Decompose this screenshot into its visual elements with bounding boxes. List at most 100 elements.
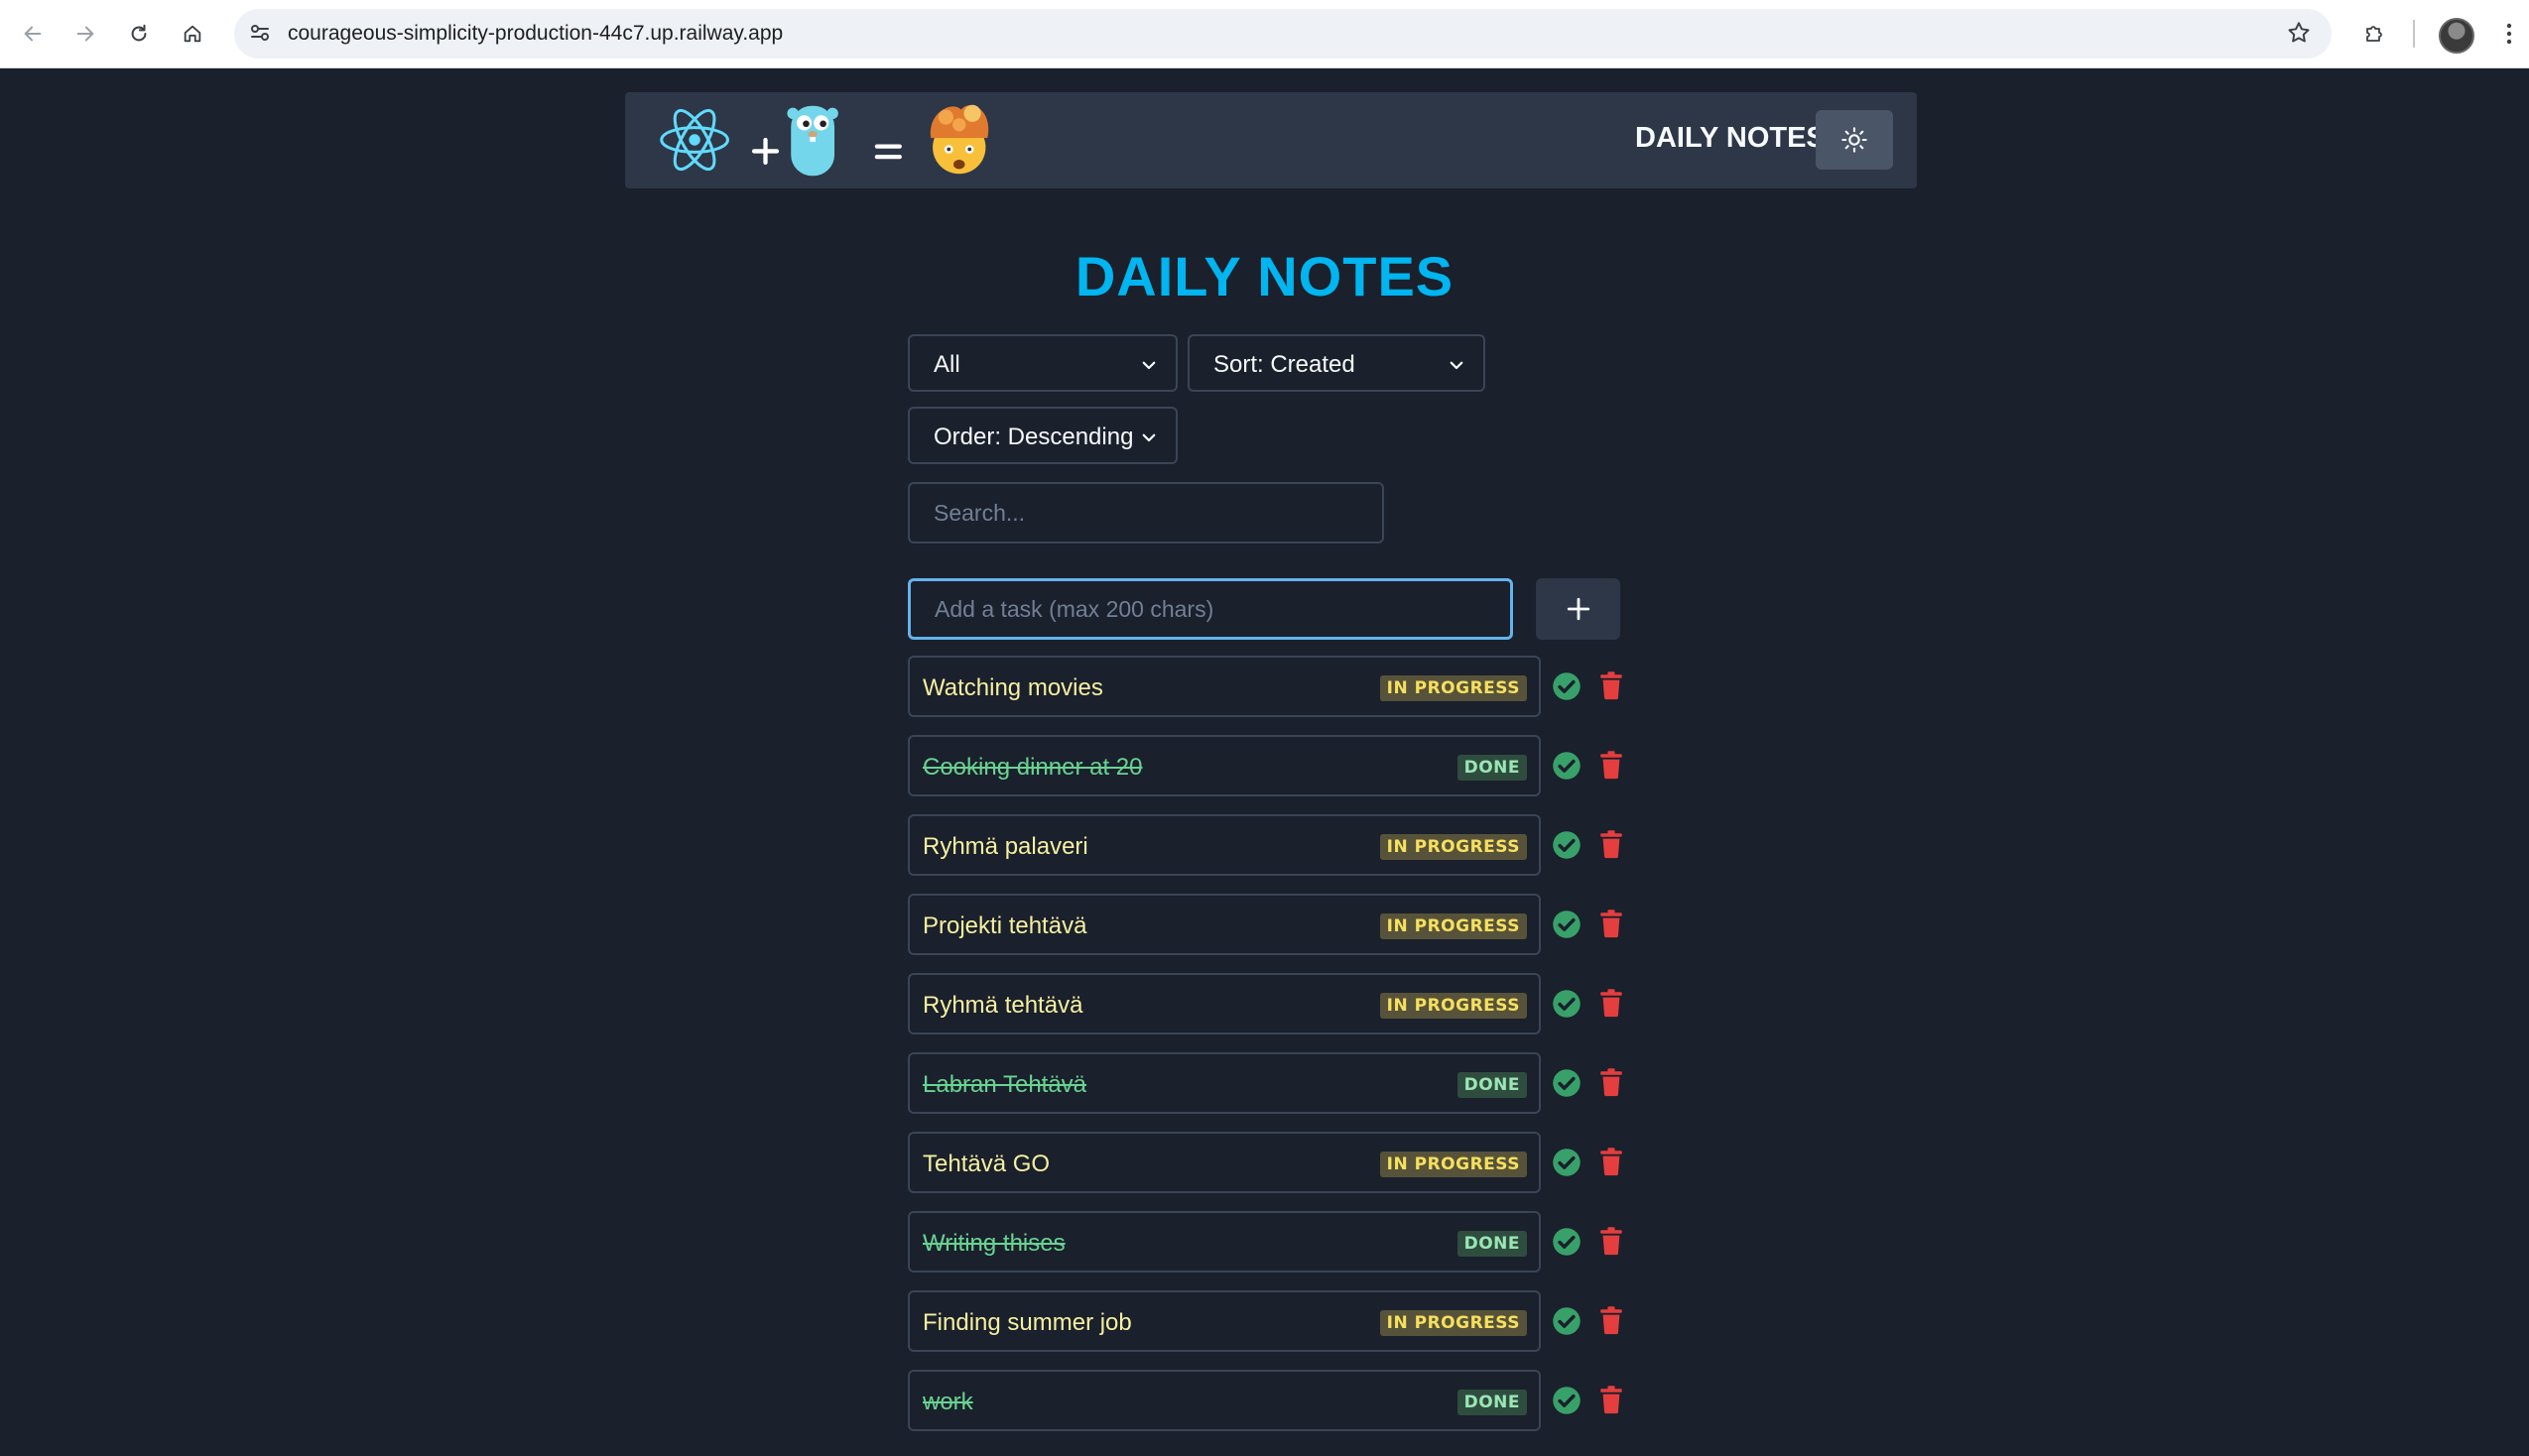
complete-check-icon[interactable]: [1552, 989, 1581, 1019]
task-card[interactable]: Tehtävä GO IN PROGRESS: [908, 1132, 1541, 1193]
chevron-down-icon: [1450, 361, 1463, 370]
complete-check-icon[interactable]: [1552, 1148, 1581, 1177]
task-text[interactable]: Tehtävä GO: [923, 1151, 1050, 1178]
site-settings-icon[interactable]: [248, 21, 272, 45]
delete-trash-icon[interactable]: [1599, 1305, 1623, 1335]
task-row: Projekti tehtävä IN PROGRESS: [908, 894, 1622, 955]
task-row: Ryhmä tehtävä IN PROGRESS: [908, 973, 1622, 1034]
task-text[interactable]: Ryhmä palaveri: [923, 833, 1088, 861]
task-status-badge: IN PROGRESS: [1379, 1152, 1527, 1177]
delete-trash-icon[interactable]: [1599, 829, 1623, 859]
delete-trash-icon[interactable]: [1599, 750, 1623, 780]
task-text[interactable]: Watching movies: [923, 674, 1103, 702]
reload-button[interactable]: [119, 14, 159, 54]
complete-check-icon[interactable]: [1552, 671, 1581, 701]
toolbar-divider: [2413, 20, 2415, 48]
task-card[interactable]: work DONE: [908, 1370, 1541, 1431]
task-row: Labran Tehtävä DONE: [908, 1052, 1622, 1114]
sort-select-value: Sort: Created: [1213, 351, 1355, 378]
task-status-badge: IN PROGRESS: [1379, 834, 1527, 860]
complete-check-icon[interactable]: [1552, 1306, 1581, 1336]
bookmark-star-icon[interactable]: [2286, 20, 2312, 46]
plus-icon: [1567, 597, 1589, 621]
task-status-badge: IN PROGRESS: [1379, 675, 1527, 701]
exploding-head-emoji-icon: [930, 104, 989, 175]
task-row: Cooking dinner at 20 DONE: [908, 735, 1622, 796]
task-status-badge: DONE: [1456, 755, 1527, 781]
task-card[interactable]: Ryhmä tehtävä IN PROGRESS: [908, 973, 1541, 1034]
task-card[interactable]: Finding summer job IN PROGRESS: [908, 1290, 1541, 1352]
delete-trash-icon[interactable]: [1599, 988, 1623, 1018]
profile-avatar[interactable]: [2439, 18, 2474, 54]
task-text[interactable]: Finding summer job: [923, 1309, 1132, 1337]
filter-select[interactable]: All: [908, 334, 1178, 392]
extensions-button[interactable]: [2354, 14, 2394, 54]
chevron-down-icon: [1142, 433, 1156, 442]
complete-check-icon[interactable]: [1552, 1227, 1581, 1257]
task-text[interactable]: Writing thises: [923, 1230, 1066, 1258]
task-status-badge: DONE: [1456, 1231, 1527, 1257]
order-select[interactable]: Order: Descending: [908, 407, 1178, 464]
back-button[interactable]: [13, 14, 53, 54]
delete-trash-icon[interactable]: [1599, 670, 1623, 700]
task-card[interactable]: Projekti tehtävä IN PROGRESS: [908, 894, 1541, 955]
task-status-badge: IN PROGRESS: [1379, 1310, 1527, 1336]
complete-check-icon[interactable]: [1552, 751, 1581, 781]
search-input[interactable]: [908, 482, 1384, 544]
task-row: Writing thises DONE: [908, 1211, 1622, 1273]
address-bar[interactable]: courageous-simplicity-production-44c7.up…: [234, 9, 2332, 59]
task-text[interactable]: Projekti tehtävä: [923, 912, 1086, 940]
task-card[interactable]: Ryhmä palaveri IN PROGRESS: [908, 814, 1541, 876]
gopher-logo-icon: [787, 105, 838, 177]
task-text[interactable]: work: [923, 1389, 973, 1416]
task-row: Ryhmä palaveri IN PROGRESS: [908, 814, 1622, 876]
delete-trash-icon[interactable]: [1599, 1067, 1623, 1097]
header-title: DAILY NOTES: [1635, 122, 1826, 154]
task-row: work DONE: [908, 1370, 1622, 1431]
sun-icon: [1841, 127, 1867, 153]
task-status-badge: DONE: [1456, 1072, 1527, 1098]
task-card[interactable]: Cooking dinner at 20 DONE: [908, 735, 1541, 796]
task-status-badge: IN PROGRESS: [1379, 913, 1527, 939]
task-card[interactable]: Labran Tehtävä DONE: [908, 1052, 1541, 1114]
puzzle-icon: [2366, 26, 2382, 42]
kebab-menu-icon: [2506, 23, 2512, 45]
theme-toggle-button[interactable]: [1816, 110, 1893, 170]
filter-select-value: All: [934, 351, 960, 378]
browser-menu-button[interactable]: [2489, 14, 2529, 54]
task-row: Watching movies IN PROGRESS: [908, 656, 1622, 717]
browser-toolbar: courageous-simplicity-production-44c7.up…: [0, 0, 2529, 68]
reload-icon: [131, 24, 147, 42]
delete-trash-icon[interactable]: [1599, 1226, 1623, 1256]
forward-button[interactable]: [65, 14, 105, 54]
task-text[interactable]: Cooking dinner at 20: [923, 754, 1142, 782]
home-button[interactable]: [173, 14, 212, 54]
task-text[interactable]: Labran Tehtävä: [923, 1071, 1086, 1099]
task-text[interactable]: Ryhmä tehtävä: [923, 992, 1082, 1020]
sort-select[interactable]: Sort: Created: [1188, 334, 1485, 392]
complete-check-icon[interactable]: [1552, 1386, 1581, 1415]
back-arrow-icon: [24, 26, 42, 42]
chevron-down-icon: [1142, 361, 1156, 370]
task-status-badge: DONE: [1456, 1390, 1527, 1415]
task-row: Finding summer job IN PROGRESS: [908, 1290, 1622, 1352]
page-title: DAILY NOTES: [1075, 245, 1454, 307]
task-card[interactable]: Writing thises DONE: [908, 1211, 1541, 1273]
logo-banner: [660, 104, 989, 177]
delete-trash-icon[interactable]: [1599, 1147, 1623, 1176]
delete-trash-icon[interactable]: [1599, 909, 1623, 938]
add-task-button[interactable]: [1536, 578, 1620, 640]
equals-sign-icon: [874, 144, 902, 160]
url-text[interactable]: courageous-simplicity-production-44c7.up…: [288, 22, 783, 46]
forward-arrow-icon: [76, 26, 94, 42]
delete-trash-icon[interactable]: [1599, 1385, 1623, 1414]
add-task-input[interactable]: [908, 578, 1513, 640]
complete-check-icon[interactable]: [1552, 830, 1581, 860]
complete-check-icon[interactable]: [1552, 1068, 1581, 1098]
task-card[interactable]: Watching movies IN PROGRESS: [908, 656, 1541, 717]
complete-check-icon[interactable]: [1552, 910, 1581, 939]
react-logo-icon: [660, 108, 729, 172]
plus-sign-icon: [751, 137, 780, 165]
app-header: DAILY NOTES: [625, 92, 1917, 188]
task-row: Tehtävä GO IN PROGRESS: [908, 1132, 1622, 1193]
